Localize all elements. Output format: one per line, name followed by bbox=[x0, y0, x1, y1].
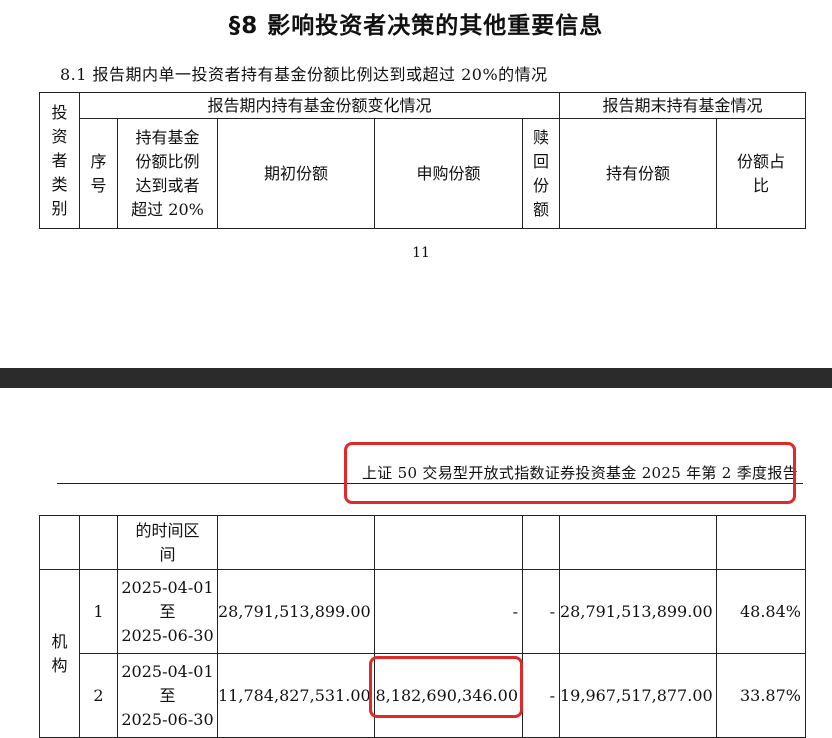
header-initial-shares: 期初份额 bbox=[217, 118, 375, 229]
header-period-end-group: 报告期末持有基金情况 bbox=[559, 92, 807, 119]
highlight-box-subscription bbox=[369, 656, 523, 718]
highlight-box-running-header bbox=[344, 442, 796, 504]
row-share-ratio: 48.84% bbox=[716, 569, 806, 654]
row-held-shares: 19,967,517,877.00 bbox=[559, 653, 717, 738]
header-share-ratio: 份额占 比 bbox=[716, 118, 807, 229]
row-period: 2025-04-01 至 2025-06-30 bbox=[117, 569, 218, 654]
section-title: §8 影响投资者决策的其他重要信息 bbox=[228, 13, 604, 39]
header-period-change-group: 报告期内持有基金份额变化情况 bbox=[78, 92, 561, 119]
row-initial-shares: 11,784,827,531.00 bbox=[217, 653, 375, 738]
row-seq: 2 bbox=[79, 653, 118, 738]
investor-type-institution: 机 构 bbox=[39, 569, 80, 738]
header-redemption-shares: 赎 回 份 额 bbox=[521, 118, 561, 229]
continued-ratio-period: 的时间区 间 bbox=[117, 515, 218, 570]
header-held-shares: 持有份额 bbox=[559, 118, 718, 229]
header-seq: 序 号 bbox=[79, 118, 118, 229]
continued-investor-cell bbox=[39, 515, 80, 570]
row-redemption-shares: - bbox=[522, 653, 560, 738]
header-subscription-shares: 申购份额 bbox=[374, 118, 523, 229]
continued-seq-cell bbox=[79, 515, 118, 570]
row-period: 2025-04-01 至 2025-06-30 bbox=[117, 653, 218, 738]
row-share-ratio: 33.87% bbox=[716, 653, 806, 738]
table-row: 机 构 1 2025-04-01 至 2025-06-30 28,791,513… bbox=[39, 569, 806, 738]
row-seq: 1 bbox=[79, 569, 118, 654]
page-divider bbox=[0, 368, 832, 388]
page-number: 11 bbox=[412, 245, 430, 261]
header-ratio-period: 持有基金 份额比例 达到或者 超过 20% bbox=[117, 118, 218, 229]
holdings-table-header: 投 资 者 类 别 报告期内持有基金份额变化情况 报告期末持有基金情况 序 号 … bbox=[39, 92, 807, 229]
header-investor-type: 投 资 者 类 别 bbox=[39, 92, 80, 229]
row-subscription-shares: - bbox=[374, 569, 523, 654]
row-held-shares: 28,791,513,899.00 bbox=[559, 569, 717, 654]
subsection-title: 8.1 报告期内单一投资者持有基金份额比例达到或超过 20%的情况 bbox=[60, 65, 548, 84]
row-initial-shares: 28,791,513,899.00 bbox=[217, 569, 375, 654]
row-redemption-shares: - bbox=[522, 569, 560, 654]
